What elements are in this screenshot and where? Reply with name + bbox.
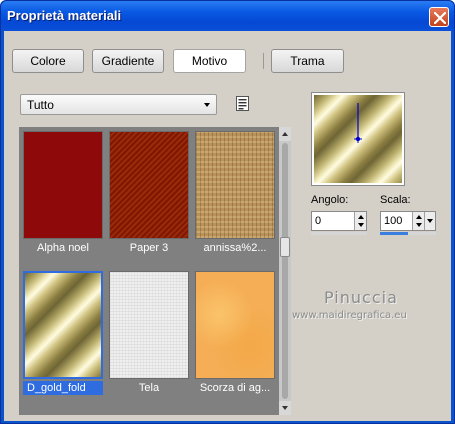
chevron-down-icon — [427, 219, 433, 223]
pattern-label: Tela — [138, 382, 160, 394]
pattern-scrollbar[interactable] — [279, 127, 291, 415]
list-view-icon[interactable] — [236, 96, 250, 112]
pattern-label: Paper 3 — [129, 242, 169, 254]
watermark-url: www.maidiregrafica.eu — [292, 310, 407, 321]
title-bar[interactable]: Proprietà materiali — [1, 1, 454, 31]
angle-label: Angolo: — [311, 194, 349, 206]
scale-dropdown-button[interactable] — [424, 212, 435, 230]
pattern-label: Scorza di ag... — [199, 382, 271, 394]
angle-value: 0 — [315, 215, 322, 227]
tab-separator — [263, 53, 264, 69]
pattern-label: annissa%2... — [203, 242, 267, 254]
arrow-up-icon — [282, 132, 288, 136]
close-button[interactable] — [429, 7, 449, 27]
scale-level-fill — [380, 232, 408, 235]
window-title: Proprietà materiali — [7, 8, 122, 23]
tab-colore[interactable]: Colore — [12, 49, 84, 73]
tab-trama[interactable]: Trama — [271, 49, 344, 73]
pattern-swatch — [109, 131, 189, 239]
scale-level-track — [380, 232, 436, 235]
category-selected-value: Tutto — [27, 98, 54, 112]
scale-label: Scala: — [380, 194, 411, 206]
pattern-swatch — [195, 131, 275, 239]
angle-spin-buttons[interactable] — [354, 212, 366, 230]
pattern-item-paper-3[interactable]: Paper 3 — [109, 131, 189, 257]
pattern-swatch — [195, 271, 275, 379]
close-icon — [434, 12, 446, 24]
pattern-item-scorza[interactable]: Scorza di ag... — [195, 271, 275, 397]
angle-spinner[interactable]: 0 — [311, 211, 367, 231]
pattern-preview[interactable] — [311, 92, 405, 186]
pattern-grid: Alpha noel Paper 3 annissa%2... D_gold_f… — [19, 127, 291, 415]
pattern-item-d-gold-fold[interactable]: D_gold_fold — [23, 271, 103, 397]
scale-value: 100 — [384, 215, 403, 227]
chevron-down-icon — [204, 103, 210, 107]
pattern-label: D_gold_fold — [23, 381, 103, 395]
pattern-label: Alpha noel — [37, 242, 89, 254]
pattern-item-tela[interactable]: Tela — [109, 271, 189, 397]
tab-motivo[interactable]: Motivo — [173, 49, 246, 73]
angle-level-track — [311, 232, 367, 235]
scroll-track[interactable] — [282, 143, 288, 399]
tab-gradiente[interactable]: Gradiente — [92, 49, 164, 73]
materials-dialog: Proprietà materiali Colore Gradiente Mot… — [0, 0, 455, 424]
angle-handle-icon[interactable] — [314, 95, 402, 183]
scale-spin-buttons[interactable] — [412, 212, 424, 230]
scale-spinner[interactable]: 100 — [380, 211, 436, 231]
watermark-name: Pinuccia — [324, 288, 398, 307]
pattern-item-alpha-noel[interactable]: Alpha noel — [23, 131, 103, 257]
scroll-thumb[interactable] — [280, 237, 290, 257]
category-dropdown[interactable]: Tutto — [20, 94, 217, 115]
pattern-swatch — [109, 271, 189, 379]
pattern-swatch — [23, 131, 103, 239]
pattern-item-annissa[interactable]: annissa%2... — [195, 131, 275, 257]
pattern-swatch — [23, 271, 103, 379]
dialog-client-area: Colore Gradiente Motivo Trama Tutto Alph… — [4, 31, 451, 421]
scroll-down-button[interactable] — [279, 401, 291, 415]
arrow-up-icon[interactable] — [416, 215, 422, 219]
arrow-down-icon — [282, 406, 288, 410]
arrow-down-icon[interactable] — [416, 223, 422, 227]
arrow-up-icon[interactable] — [358, 215, 364, 219]
scroll-up-button[interactable] — [279, 127, 291, 141]
arrow-down-icon[interactable] — [358, 223, 364, 227]
